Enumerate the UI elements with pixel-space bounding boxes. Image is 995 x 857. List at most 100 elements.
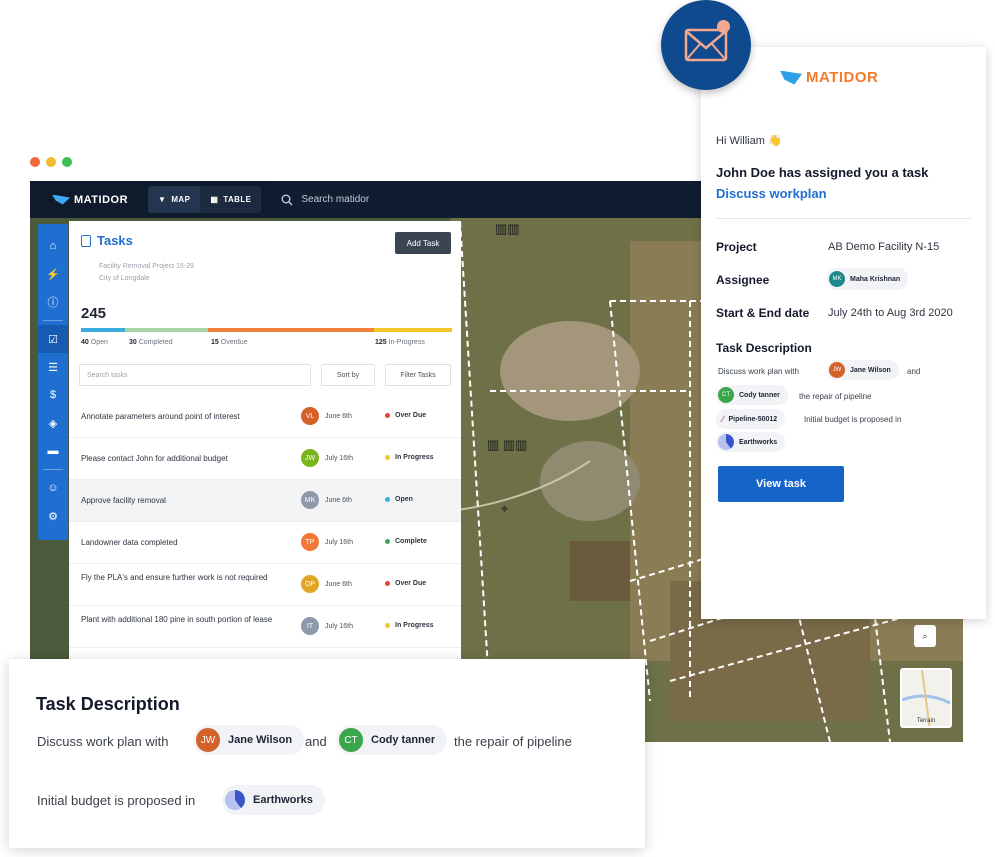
table-view-button[interactable]: ▦ TABLE: [200, 186, 261, 213]
map-view-button[interactable]: ▼ MAP: [148, 186, 201, 213]
nav-dollar-icon[interactable]: $: [38, 381, 68, 409]
status-dot: [385, 413, 390, 418]
cody-name: Cody tanner: [371, 734, 436, 746]
cody-name: Cody tanner: [739, 391, 780, 399]
filter-tasks-button[interactable]: Filter Tasks: [385, 364, 451, 386]
building-marker-icon[interactable]: ▥ ▥▥: [487, 437, 527, 453]
search-icon: [281, 194, 293, 205]
task-assignee-avatar: OP: [301, 575, 319, 593]
task-row[interactable]: Annotate parameters around point of inte…: [69, 396, 461, 438]
email-divider: [716, 218, 971, 219]
progress-completed-segment: [125, 328, 209, 332]
task-assignee-avatar: IT: [301, 617, 319, 635]
email-notification-card: MATIDOR Hi William 👋 John Doe has assign…: [701, 47, 986, 619]
progress-open-segment: [81, 328, 126, 332]
task-row[interactable]: Approve facility removal MK June 6th Open: [69, 480, 461, 522]
target-marker-icon[interactable]: ⌖: [501, 501, 508, 517]
logo-wing-icon: [52, 194, 70, 205]
person-chip-jane[interactable]: JW Jane Wilson: [827, 360, 899, 380]
app-logo[interactable]: MATIDOR: [52, 194, 144, 206]
task-row[interactable]: Fly the PLA's and ensure further work is…: [69, 564, 461, 606]
dates-label: Start & End date: [716, 306, 810, 320]
task-title: Approve facility removal: [81, 496, 166, 505]
window-controls: [30, 157, 72, 167]
project-value: AB Demo Facility N-15: [828, 241, 940, 253]
status-dot: [385, 623, 390, 628]
terrain-label: Terrain: [916, 718, 936, 724]
task-search-placeholder: Search tasks: [87, 371, 128, 379]
sort-by-button[interactable]: Sort by: [321, 364, 375, 386]
assigned-message: John Doe has assigned you a task: [716, 165, 929, 180]
nav-user-icon[interactable]: ☺: [38, 474, 68, 502]
clipboard-icon: [81, 234, 91, 247]
jane-avatar: JW: [829, 362, 845, 378]
nav-bolt-icon[interactable]: ⚡: [38, 260, 68, 288]
task-status: Complete: [385, 538, 427, 545]
nav-info-icon[interactable]: ⓘ: [38, 288, 68, 316]
person-chip-cody[interactable]: CT Cody tanner: [336, 725, 448, 755]
window-close-dot[interactable]: [30, 157, 40, 167]
jane-avatar: JW: [196, 728, 220, 752]
email-greeting: Hi William 👋: [716, 135, 782, 147]
window-maximize-dot[interactable]: [62, 157, 72, 167]
nav-document-icon[interactable]: ☰: [38, 353, 68, 381]
nav-gear-icon[interactable]: ⚙: [38, 502, 68, 530]
task-due-date: June 6th: [325, 413, 352, 420]
cody-avatar: CT: [718, 387, 734, 403]
unread-dot: [717, 20, 730, 33]
task-title: Annotate parameters around point of inte…: [81, 412, 240, 421]
task-due-date: June 6th: [325, 581, 352, 588]
terrain-toggle[interactable]: Terrain: [900, 668, 952, 728]
task-due-date: July 16th: [325, 539, 354, 546]
task-row[interactable]: Please contact John for additional budge…: [69, 438, 461, 480]
task-description-title: Task Description: [36, 694, 180, 714]
nav-clipboard-icon[interactable]: ☑: [38, 325, 68, 353]
add-task-button[interactable]: Add Task: [395, 232, 451, 254]
window-minimize-dot[interactable]: [46, 157, 56, 167]
nav-home-icon[interactable]: ⌂: [38, 232, 68, 260]
assignee-chip[interactable]: MK Maha Krishnan: [827, 268, 909, 290]
envelope-icon: [684, 28, 728, 62]
task-row[interactable]: Landowner data completed TP July 16th Compl…: [69, 522, 461, 564]
task-due-date: June 6th: [325, 497, 352, 504]
nav-folder-icon[interactable]: ▬: [38, 437, 68, 465]
cody-avatar: CT: [339, 728, 363, 752]
earthworks-tag[interactable]: Earthworks: [716, 432, 786, 452]
earthworks-tag[interactable]: Earthworks: [222, 785, 325, 815]
task-status: Over Due: [385, 580, 426, 587]
status-label: In Progress: [395, 622, 434, 629]
description-text: Initial budget is proposed in: [804, 415, 902, 424]
task-status: Open: [385, 496, 413, 503]
view-task-button[interactable]: View task: [718, 466, 844, 502]
assignee-avatar: MK: [829, 271, 845, 287]
map-pin-icon: ▼: [158, 195, 167, 204]
status-label: In Progress: [395, 454, 434, 461]
view-toggle: ▼ MAP ▦ TABLE: [148, 186, 262, 213]
task-title: Fly the PLA's and ensure further work is…: [81, 573, 268, 582]
zoom-search-icon[interactable]: ⌕: [914, 625, 936, 647]
left-sidebar: ⌂ ⚡ ⓘ ☑ ☰ $ ◈ ▬ ☺ ⚙: [38, 224, 68, 540]
task-row[interactable]: Plant with additional 180 pine in south …: [69, 606, 461, 648]
email-brand-logo: MATIDOR: [780, 69, 878, 86]
building-marker-icon[interactable]: ▥▥: [495, 221, 520, 237]
task-search-input[interactable]: Search tasks: [79, 364, 311, 386]
earthworks-name: Earthworks: [253, 794, 313, 806]
progress-overdue-segment: [208, 328, 375, 332]
grid-icon: ▦: [210, 195, 219, 204]
pipeline-tag[interactable]: ∕ Pipeline-50012: [716, 409, 786, 429]
pipeline-icon: ∕: [722, 414, 724, 424]
tasks-header: Tasks: [81, 233, 133, 248]
jane-name: Jane Wilson: [850, 366, 891, 374]
task-description-card: Task Description Discuss work plan with …: [9, 659, 645, 848]
person-chip-jane[interactable]: JW Jane Wilson: [193, 725, 305, 755]
project-city: City of Longdale: [99, 275, 150, 282]
status-progress-bar: [81, 328, 452, 332]
nav-layers-icon[interactable]: ◈: [38, 409, 68, 437]
description-text: and: [907, 367, 921, 376]
description-text: Discuss work plan with: [718, 367, 799, 376]
person-chip-cody[interactable]: CT Cody tanner: [716, 385, 788, 405]
task-name-link[interactable]: Discuss workplan: [716, 186, 827, 201]
description-text: and: [305, 734, 327, 749]
project-label: Project: [716, 240, 757, 254]
legend-inprogress: 125 In-Progress: [375, 339, 425, 346]
